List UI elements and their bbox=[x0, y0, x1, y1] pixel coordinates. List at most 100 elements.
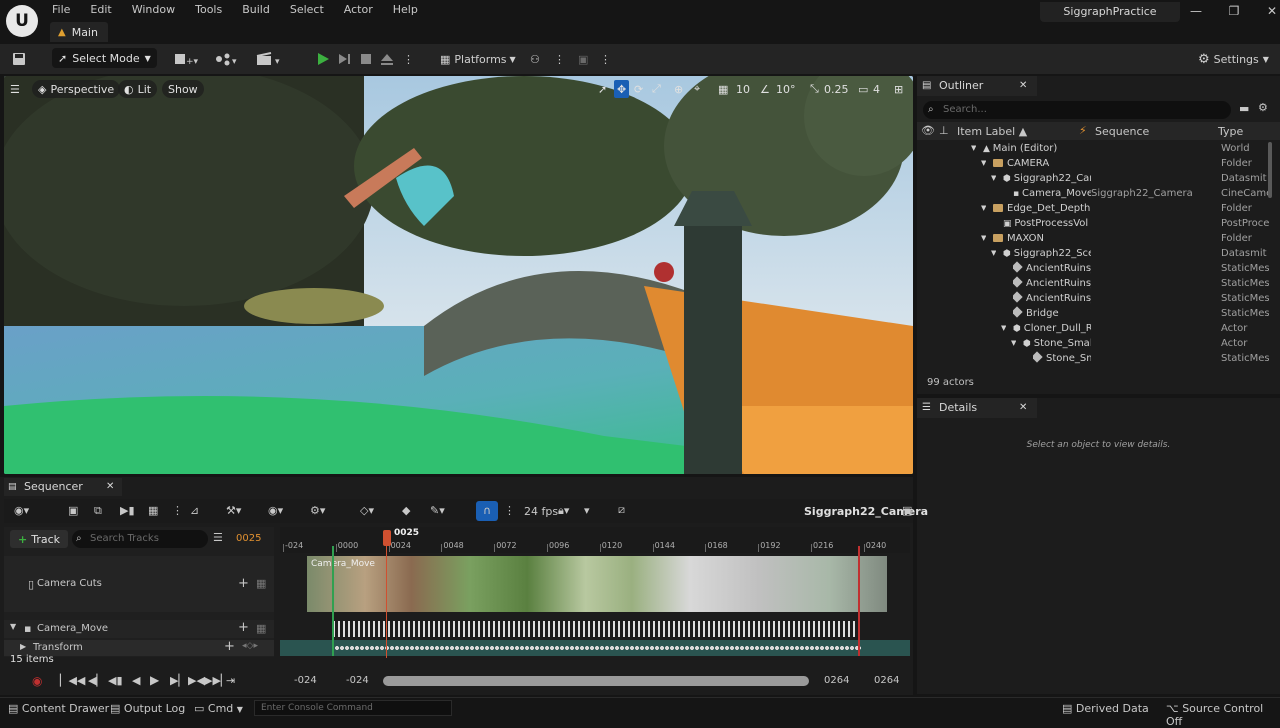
plus-icon[interactable]: + bbox=[238, 576, 249, 591]
chevron-down-icon[interactable]: ▼ bbox=[981, 156, 986, 171]
scale-snap-icon[interactable]: ⤡ bbox=[810, 80, 819, 98]
world-space-icon[interactable]: ⊕ bbox=[674, 80, 683, 98]
pin-icon[interactable]: ⊥ bbox=[939, 124, 949, 137]
translate-tool-icon[interactable]: ✥ bbox=[614, 80, 630, 98]
save-icon[interactable]: ▣ bbox=[68, 504, 78, 517]
outliner-row[interactable]: ▪ Camera_Move Siggraph22_Camera CineCame bbox=[917, 186, 1269, 201]
camera-speed-icon[interactable]: ▭ bbox=[858, 80, 868, 98]
outliner-row[interactable]: ▼ MAXON Folder bbox=[917, 231, 1269, 246]
menu-edit[interactable]: Edit bbox=[88, 3, 119, 16]
view-range-end[interactable]: 0264 bbox=[874, 675, 899, 686]
track-options-icon[interactable]: ▦ bbox=[256, 622, 266, 635]
platforms-button[interactable]: ▦ Platforms ▼ bbox=[440, 49, 516, 69]
step-forward-icon[interactable]: ▶▏ bbox=[170, 674, 187, 687]
add-folder-icon[interactable]: ▬ bbox=[1239, 102, 1249, 115]
outliner-row[interactable]: ▣ PostProcessVol PostProce bbox=[917, 216, 1269, 231]
menu-file[interactable]: File bbox=[50, 3, 78, 16]
outliner-row[interactable]: Bridge StaticMes bbox=[917, 306, 1269, 321]
derived-data-button[interactable]: ▤ Derived Data bbox=[1062, 702, 1149, 715]
play-icon[interactable] bbox=[316, 49, 330, 69]
chevron-right-icon[interactable]: ▶ bbox=[20, 642, 26, 651]
surface-snap-icon[interactable]: ⌖ bbox=[694, 80, 700, 98]
scale-tool-icon[interactable]: ⤢ bbox=[652, 80, 661, 98]
key-interp-icon[interactable]: ◇▾ bbox=[360, 504, 374, 517]
console-command-input[interactable]: Enter Console Command bbox=[254, 700, 452, 716]
track-options-icon[interactable]: ▦ bbox=[256, 577, 266, 590]
world-icon[interactable]: ◉▾ bbox=[14, 504, 29, 517]
outliner-row[interactable]: ▼ ⬢ Stone_Small Actor bbox=[917, 336, 1269, 351]
eject-icon[interactable] bbox=[380, 49, 394, 69]
rotation-snap-value[interactable]: 10° bbox=[776, 80, 796, 98]
unreal-logo-icon[interactable]: U bbox=[6, 5, 38, 37]
source-control-button[interactable]: ⌥ Source Control Off bbox=[1166, 702, 1280, 728]
menu-select[interactable]: Select bbox=[288, 3, 332, 16]
stop-icon[interactable] bbox=[360, 49, 372, 69]
toolbar-options-icon[interactable]: ⋮ bbox=[172, 504, 183, 517]
restore-icon[interactable]: ❐ bbox=[1226, 4, 1242, 18]
chevron-down-icon[interactable]: ▼ bbox=[991, 171, 996, 186]
lock-icon[interactable]: 🔒︎▾ bbox=[558, 504, 569, 518]
track-row-camera-move[interactable]: ▼ ▪ Camera_Move + ▦ bbox=[4, 620, 274, 638]
curve-editor-icon[interactable]: ⊿ bbox=[190, 504, 199, 517]
camera-speed-value[interactable]: 4 bbox=[873, 80, 880, 98]
toolbar-options-icon[interactable]: ⋮ bbox=[554, 49, 565, 69]
document-tab-main[interactable]: ▲ Main bbox=[50, 22, 108, 42]
chevron-down-icon[interactable]: ▼ bbox=[981, 231, 986, 246]
playback-end-value[interactable]: 0264 bbox=[824, 675, 849, 686]
filter-icon[interactable]: ☰ bbox=[213, 531, 223, 544]
grid-snap-icon[interactable]: ▦ bbox=[718, 80, 728, 98]
plus-icon[interactable]: + bbox=[238, 620, 249, 635]
fps-dropdown[interactable]: 24 fps bbox=[524, 505, 558, 518]
play-reverse-icon[interactable]: ◀▮ bbox=[108, 674, 123, 687]
menu-tools[interactable]: Tools bbox=[193, 3, 230, 16]
playhead-handle[interactable] bbox=[383, 530, 391, 546]
add-track-button[interactable]: + Track bbox=[10, 530, 69, 548]
viewport-menu-icon[interactable]: ☰ bbox=[10, 80, 20, 98]
show-button[interactable]: Show bbox=[162, 80, 204, 98]
play-options-icon[interactable]: ⋮ bbox=[403, 49, 414, 69]
outliner-row[interactable]: AncientRuins_ StaticMes bbox=[917, 261, 1269, 276]
cmd-dropdown[interactable]: ▭ Cmd ▼ bbox=[194, 702, 243, 715]
outliner-row[interactable]: ▼ ⬢ Siggraph22_Car Datasmit bbox=[917, 171, 1269, 186]
chevron-down-icon[interactable]: ▼ bbox=[1011, 336, 1016, 351]
lock-icon[interactable]: ▣ bbox=[902, 504, 912, 517]
chevron-down-icon[interactable]: ▼ bbox=[991, 246, 996, 261]
record-icon[interactable]: ◉ bbox=[32, 674, 42, 688]
sequencer-tab[interactable]: ▤ Sequencer ✕ bbox=[4, 478, 122, 496]
current-frame-value[interactable]: 0025 bbox=[236, 533, 261, 544]
chevron-down-icon[interactable]: ▼ bbox=[1001, 321, 1006, 336]
menu-help[interactable]: Help bbox=[391, 3, 426, 16]
graph-icon[interactable]: ⧄ bbox=[618, 503, 625, 517]
content-drawer-button[interactable]: ▤ Content Drawer bbox=[8, 702, 109, 715]
source-control-icon[interactable]: ⚇ bbox=[530, 49, 540, 69]
menu-build[interactable]: Build bbox=[240, 3, 278, 16]
grid-snap-value[interactable]: 10 bbox=[736, 80, 750, 98]
outliner-scrollbar[interactable] bbox=[1268, 142, 1272, 198]
perspective-button[interactable]: ◈ Perspective bbox=[32, 80, 121, 98]
outliner-row[interactable]: ▼ ⬢ Cloner_Dull_R Actor bbox=[917, 321, 1269, 336]
column-sequence[interactable]: Sequence bbox=[1095, 125, 1149, 138]
chevron-down-icon[interactable]: ▾ bbox=[584, 504, 590, 517]
save-icon[interactable] bbox=[12, 49, 26, 69]
loop-icon[interactable]: ⇥ bbox=[226, 674, 235, 687]
track-row-camera-cuts[interactable]: ▯ Camera Cuts + ▦ bbox=[4, 556, 274, 612]
close-icon[interactable]: ✕ bbox=[106, 478, 114, 496]
chevron-down-icon[interactable]: ▼ bbox=[10, 622, 16, 631]
find-asset-icon[interactable]: ⧉ bbox=[94, 504, 102, 518]
key-nav-icon[interactable]: ◂◇▸ bbox=[242, 641, 258, 651]
add-key-icon[interactable]: ◆ bbox=[402, 504, 410, 517]
timeline-scrollbar[interactable] bbox=[383, 676, 809, 686]
transform-section[interactable] bbox=[280, 640, 910, 656]
view-options-icon[interactable]: ◉▾ bbox=[268, 504, 283, 517]
add-actor-icon[interactable]: +▾ bbox=[174, 49, 200, 69]
chevron-down-icon[interactable]: ▼ bbox=[971, 141, 976, 156]
outliner-row[interactable]: AncientRuins_ StaticMes bbox=[917, 276, 1269, 291]
outliner-search-input[interactable]: ⌕ Search... bbox=[923, 101, 1231, 119]
plus-icon[interactable]: + bbox=[224, 639, 235, 654]
maximize-viewport-icon[interactable]: ⊞ bbox=[894, 80, 903, 98]
select-tool-icon[interactable]: ➚ bbox=[598, 80, 607, 98]
chevron-down-icon[interactable]: ▼ bbox=[981, 201, 986, 216]
menu-window[interactable]: Window bbox=[130, 3, 183, 16]
column-item-label[interactable]: Item Label ▲ bbox=[957, 125, 1027, 138]
play-icon[interactable]: ▶ bbox=[150, 673, 159, 687]
